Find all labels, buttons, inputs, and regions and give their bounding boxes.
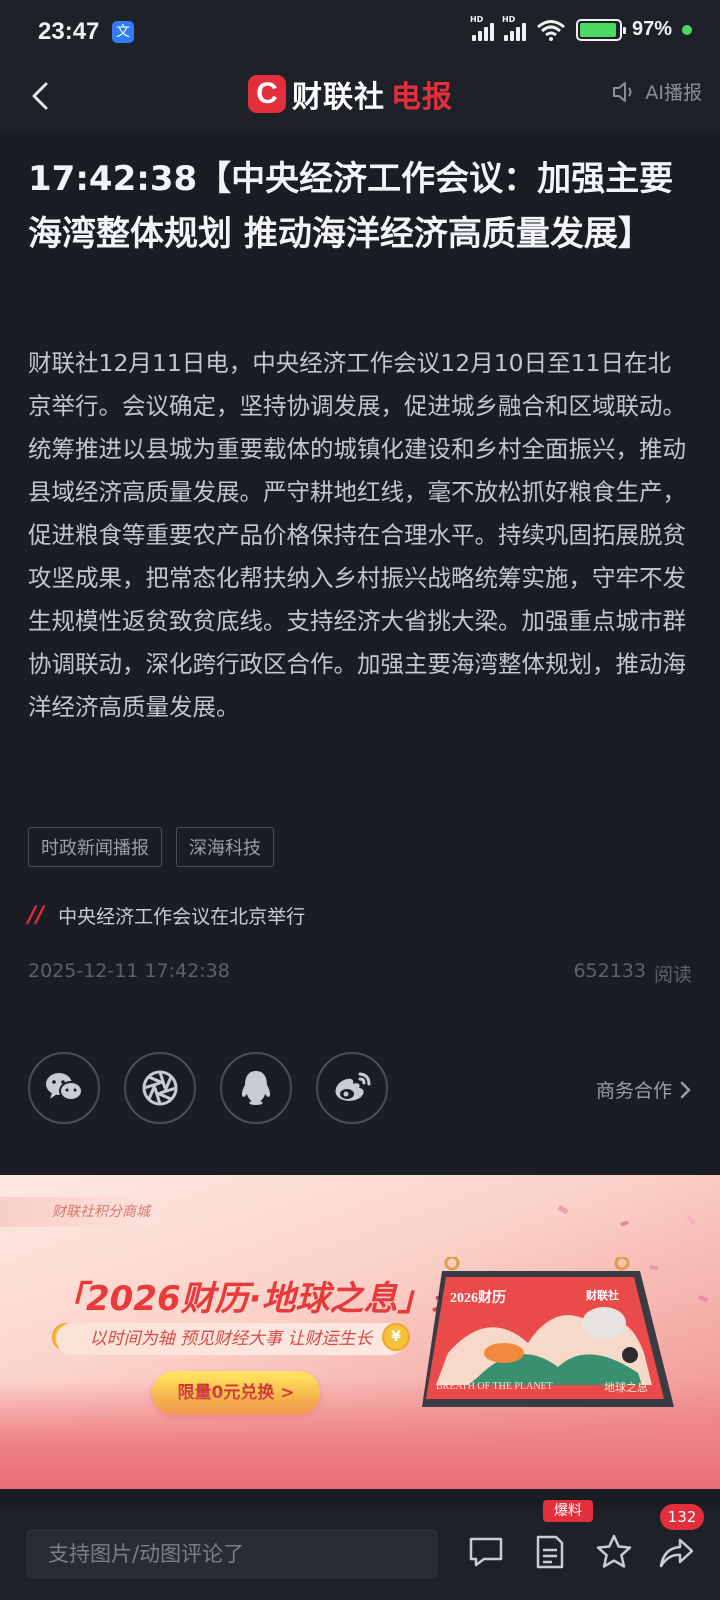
- status-bar: 23:47 文 HD HD 97%: [0, 0, 720, 62]
- business-label: 商务合作: [595, 1080, 672, 1102]
- calendar-motto: BREATH OF THE PLANET: [436, 1381, 553, 1392]
- share-icon[interactable]: [656, 1532, 696, 1572]
- calendar-brand: 财联社: [586, 1289, 619, 1302]
- promo-banner[interactable]: 财联社积分商城 「2026财历·地球之息」来了 ¥ 以时间为轴 预见财经大事 让…: [0, 1175, 720, 1489]
- read-number: 652133: [573, 960, 646, 982]
- weibo-icon: [335, 1072, 371, 1101]
- topic-mark: //: [28, 903, 45, 928]
- read-label: 阅读: [653, 964, 692, 986]
- ai-broadcast-button[interactable]: AI播报: [611, 78, 702, 105]
- related-topic[interactable]: // 中央经济工作会议在北京举行: [28, 902, 305, 929]
- star-icon[interactable]: [594, 1532, 634, 1572]
- wechat-icon: [46, 1073, 83, 1101]
- article-body: 财联社12月11日电，中央经济工作会议12月10日至11日在北京举行。会议确定，…: [28, 349, 686, 721]
- article: 17:42:38【中央经济工作会议：加强主要海湾整体规划 推动海洋经济高质量发展…: [0, 132, 720, 1162]
- speaker-icon: [613, 81, 632, 102]
- battery-icon: [575, 18, 626, 41]
- banner-subline: 以时间为轴 预见财经大事 让财运生长: [56, 1323, 406, 1355]
- topic-title: 中央经济工作会议在北京举行: [58, 906, 306, 928]
- battery-percent: 97%: [631, 18, 672, 40]
- share-wechat-button[interactable]: [28, 1052, 100, 1124]
- status-dot: [682, 24, 692, 35]
- tag-list: 时政新闻播报 深海科技: [28, 827, 274, 867]
- report-icon[interactable]: [530, 1532, 570, 1572]
- logo-mark: C: [248, 75, 286, 113]
- chevron-right-icon: [680, 1081, 691, 1098]
- share-qq-button[interactable]: [220, 1052, 292, 1124]
- logo-name: 财联社: [292, 80, 385, 115]
- comment-bar: 支持图片/动图评论了 爆料 132: [0, 1500, 720, 1600]
- translate-app-icon: 文: [112, 21, 134, 43]
- moments-icon: [142, 1070, 178, 1106]
- comment-input[interactable]: 支持图片/动图评论了: [26, 1529, 438, 1579]
- app-logo: C 财联社 电报: [248, 72, 453, 116]
- tag-chip[interactable]: 时政新闻播报: [28, 827, 162, 867]
- calendar-year: 2026财历: [450, 1291, 506, 1306]
- back-arrow-icon[interactable]: [22, 76, 62, 116]
- read-count: 652133 阅读: [573, 960, 692, 987]
- signal-icon: HD: [470, 15, 494, 41]
- comment-icon[interactable]: [466, 1532, 506, 1572]
- publish-date: 2025-12-11 17:42:38: [28, 960, 230, 982]
- coin-icon: ¥: [382, 1323, 410, 1351]
- share-row: [28, 1052, 388, 1124]
- clock: 23:47: [38, 18, 100, 45]
- business-cooperation-link[interactable]: 商务合作: [596, 1076, 692, 1103]
- qq-icon: [241, 1071, 271, 1105]
- logo-product: 电报: [391, 80, 453, 115]
- wifi-icon: [537, 19, 565, 41]
- calendar-cn: 地球之息: [604, 1381, 648, 1394]
- share-weibo-button[interactable]: [316, 1052, 388, 1124]
- signal-icon: HD: [502, 15, 526, 41]
- report-badge: 爆料: [543, 1500, 593, 1522]
- desk-calendar: 2026财历 财联社 BREATH OF THE PLANET 地球之息: [408, 1257, 682, 1409]
- top-nav: C 财联社 电报 AI播报: [0, 62, 720, 132]
- share-moments-button[interactable]: [124, 1052, 196, 1124]
- tag-chip[interactable]: 深海科技: [176, 827, 274, 867]
- ai-broadcast-label: AI播报: [645, 82, 702, 104]
- article-title: 17:42:38【中央经济工作会议：加强主要海湾整体规划 推动海洋经济高质量发展…: [28, 159, 674, 254]
- share-count-badge: 132: [660, 1504, 704, 1530]
